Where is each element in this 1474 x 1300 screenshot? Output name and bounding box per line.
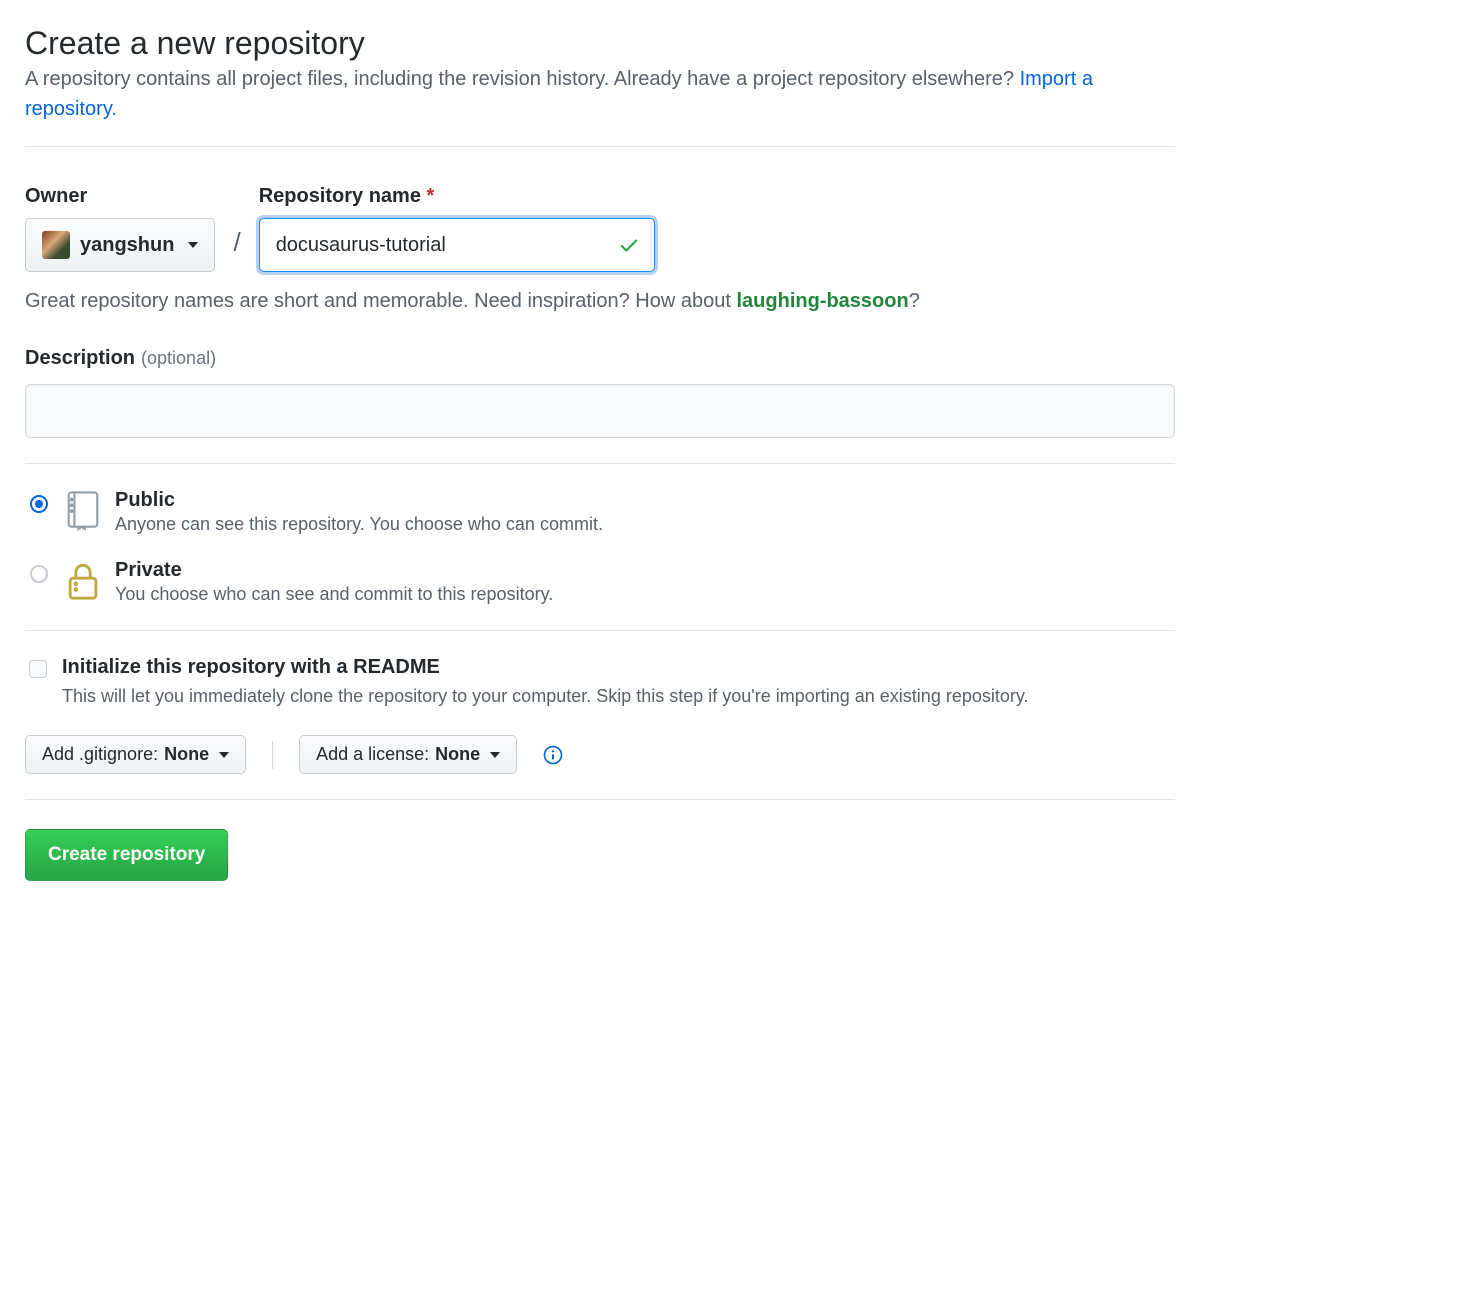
init-readme-title: Initialize this repository with a README bbox=[62, 656, 1029, 679]
vertical-separator bbox=[272, 741, 273, 769]
repo-name-suggestion[interactable]: laughing-bassoon bbox=[736, 290, 908, 312]
create-repository-button[interactable]: Create repository bbox=[25, 829, 228, 881]
description-optional: (optional) bbox=[141, 348, 216, 369]
divider bbox=[25, 799, 1175, 800]
chevron-down-icon bbox=[188, 242, 198, 248]
repo-name-input[interactable] bbox=[274, 233, 618, 258]
owner-name: yangshun bbox=[80, 234, 174, 257]
page-title: Create a new repository bbox=[25, 25, 1175, 62]
divider bbox=[25, 146, 1175, 147]
init-readme-checkbox[interactable] bbox=[29, 660, 47, 678]
gitignore-label: Add .gitignore: bbox=[42, 744, 158, 765]
license-label: Add a license: bbox=[316, 744, 429, 765]
init-readme-desc: This will let you immediately clone the … bbox=[62, 683, 1029, 709]
chevron-down-icon bbox=[490, 752, 500, 758]
repo-name-label-text: Repository name bbox=[259, 185, 427, 207]
public-radio[interactable] bbox=[30, 495, 48, 513]
subhead-text: A repository contains all project files,… bbox=[25, 68, 1020, 90]
hint-post: ? bbox=[909, 290, 920, 312]
divider bbox=[25, 630, 1175, 631]
public-desc: Anyone can see this repository. You choo… bbox=[115, 514, 603, 535]
gitignore-value: None bbox=[164, 744, 209, 765]
license-value: None bbox=[435, 744, 480, 765]
check-icon bbox=[618, 234, 640, 256]
repo-name-field[interactable] bbox=[259, 218, 655, 272]
repo-name-hint: Great repository names are short and mem… bbox=[25, 290, 1175, 313]
description-label: Description bbox=[25, 347, 135, 370]
add-gitignore-button[interactable]: Add .gitignore: None bbox=[25, 735, 246, 774]
slash-separator: / bbox=[225, 227, 248, 258]
repo-icon bbox=[65, 491, 101, 531]
hint-pre: Great repository names are short and mem… bbox=[25, 290, 736, 312]
add-license-button[interactable]: Add a license: None bbox=[299, 735, 517, 774]
info-icon[interactable] bbox=[543, 745, 563, 765]
page-subhead: A repository contains all project files,… bbox=[25, 64, 1175, 124]
public-title: Public bbox=[115, 489, 603, 512]
owner-label: Owner bbox=[25, 185, 215, 208]
chevron-down-icon bbox=[219, 752, 229, 758]
private-desc: You choose who can see and commit to thi… bbox=[115, 584, 553, 605]
required-asterisk: * bbox=[427, 185, 435, 207]
owner-select-button[interactable]: yangshun bbox=[25, 218, 215, 272]
private-title: Private bbox=[115, 559, 553, 582]
description-input[interactable] bbox=[25, 384, 1175, 438]
private-radio[interactable] bbox=[30, 565, 48, 583]
divider bbox=[25, 463, 1175, 464]
lock-icon bbox=[65, 561, 101, 601]
avatar bbox=[42, 231, 70, 259]
repo-name-label: Repository name * bbox=[259, 185, 655, 208]
